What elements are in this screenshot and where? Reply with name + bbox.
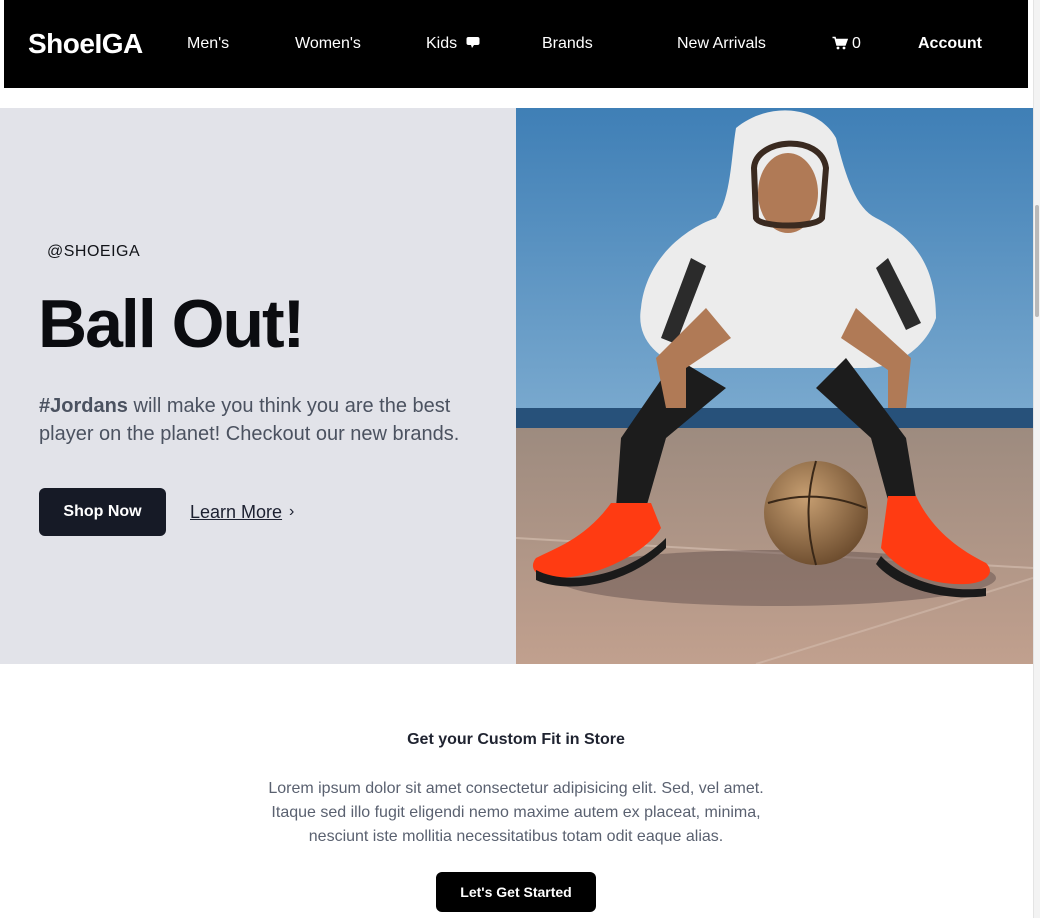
cart-count: 0 [852, 35, 861, 52]
scrollbar-track[interactable] [1033, 0, 1040, 918]
cart-button[interactable]: 0 [832, 34, 861, 56]
custom-fit-title: Get your Custom Fit in Store [407, 731, 625, 748]
account-link[interactable]: Account [918, 34, 982, 54]
learn-more-link[interactable]: Learn More [190, 500, 282, 524]
chevron-right-icon: › [289, 503, 295, 520]
nav-link-kids[interactable]: Kids [426, 34, 480, 54]
hero-hashtag[interactable]: #Jordans [39, 395, 128, 417]
hero-description: #Jordans will make you think you are the… [39, 392, 479, 448]
nav-link-womens[interactable]: Women's [295, 34, 361, 54]
nav-link-new-arrivals[interactable]: New Arrivals [677, 34, 766, 54]
brand-logo[interactable]: ShoeIGA [28, 27, 143, 61]
top-navbar: ShoeIGA Men's Women's Kids Brands New Ar… [4, 0, 1028, 88]
scrollbar-thumb[interactable] [1035, 205, 1039, 317]
cart-icon [832, 36, 849, 56]
chat-bubble-icon [466, 34, 480, 54]
nav-link-mens[interactable]: Men's [187, 34, 229, 54]
custom-fit-body: Lorem ipsum dolor sit amet consectetur a… [268, 780, 764, 845]
hero-handle: @SHOEIGA [47, 243, 141, 260]
nav-link-kids-label: Kids [426, 35, 458, 53]
nav-link-brands[interactable]: Brands [542, 34, 593, 54]
hero-text-panel [0, 108, 516, 664]
get-started-button[interactable]: Let's Get Started [436, 872, 596, 912]
hero-title: Ball Out! [38, 286, 305, 362]
shop-now-button[interactable]: Shop Now [39, 488, 166, 536]
hero-image [516, 108, 1033, 664]
